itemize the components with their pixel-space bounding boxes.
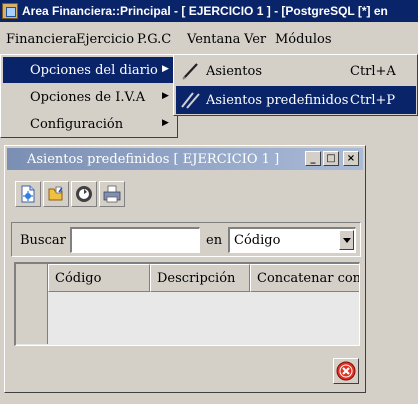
- diario-submenu: Asientos Ctrl+A Asientos predefinidos Ct…: [173, 54, 418, 116]
- search-group: Buscar en Código: [11, 222, 361, 257]
- search-field-select[interactable]: Código: [228, 227, 356, 253]
- menu-configuracion[interactable]: Configuración ▶: [3, 111, 173, 137]
- close-window-button[interactable]: ×: [343, 151, 359, 166]
- open-button[interactable]: [43, 181, 69, 207]
- search-field-value: Código: [234, 233, 281, 248]
- search-input[interactable]: [70, 227, 200, 253]
- submenu-arrow-icon: ▶: [162, 91, 169, 101]
- column-header-descripcion[interactable]: Descripción: [150, 264, 250, 292]
- column-header-codigo[interactable]: Código: [48, 264, 150, 292]
- window-title: Area Financiera::Principal - [ EJERCICIO…: [22, 4, 388, 18]
- pen-icon: [180, 61, 202, 81]
- maximize-button[interactable]: □: [323, 151, 339, 166]
- financiera-dropdown: Opciones del diario ▶ Opciones de I.V.A …: [0, 54, 178, 138]
- table-row-header-corner: [16, 264, 48, 344]
- menu-asientos-predefinidos[interactable]: Asientos predefinidos Ctrl+P: [176, 86, 416, 114]
- menu-item-label: Asientos predefinidos: [206, 93, 349, 108]
- search-label: Buscar: [20, 233, 66, 248]
- app-icon: [2, 3, 18, 19]
- close-button[interactable]: [333, 358, 359, 384]
- menu-pgc[interactable]: P.G.C: [137, 32, 171, 47]
- asientos-predefinidos-window: Asientos predefinidos [ EJERCICIO 1 ] _ …: [4, 145, 366, 393]
- new-button[interactable]: [15, 181, 41, 207]
- child-window-title: Asientos predefinidos [ EJERCICIO 1 ]: [27, 152, 280, 167]
- print-button[interactable]: [99, 181, 125, 207]
- menu-shortcut: Ctrl+A: [350, 64, 396, 79]
- minimize-button[interactable]: _: [305, 151, 321, 166]
- app-titlebar[interactable]: Area Financiera::Principal - [ EJERCICIO…: [0, 0, 418, 22]
- chevron-down-icon[interactable]: [339, 230, 354, 250]
- menubar: Financiera Ejercicio P.G.C Ventana Ver M…: [0, 22, 418, 54]
- search-field-label: en: [206, 233, 223, 248]
- refresh-button[interactable]: [71, 181, 97, 207]
- child-titlebar[interactable]: Asientos predefinidos [ EJERCICIO 1 ] _ …: [7, 148, 363, 170]
- column-header-concatenar[interactable]: Concatenar con: [250, 264, 359, 292]
- menu-financiera[interactable]: Financiera: [6, 32, 77, 47]
- menu-item-label: Opciones del diario: [30, 63, 158, 78]
- menu-opciones-iva[interactable]: Opciones de I.V.A ▶: [3, 84, 173, 110]
- submenu-arrow-icon: ▶: [162, 64, 169, 74]
- menu-item-label: Configuración: [30, 117, 124, 132]
- double-pen-icon: [180, 90, 202, 110]
- menu-ver[interactable]: Ver: [244, 32, 266, 47]
- menu-shortcut: Ctrl+P: [350, 93, 396, 108]
- menu-item-label: Asientos: [206, 64, 263, 79]
- submenu-arrow-icon: ▶: [162, 118, 169, 128]
- menu-modulos[interactable]: Módulos: [275, 32, 332, 47]
- menu-ventana[interactable]: Ventana: [187, 32, 240, 47]
- menu-asientos[interactable]: Asientos Ctrl+A: [176, 57, 416, 85]
- asientos-table[interactable]: Código Descripción Concatenar con: [14, 262, 360, 346]
- menu-item-label: Opciones de I.V.A: [30, 90, 146, 105]
- menu-opciones-diario[interactable]: Opciones del diario ▶: [3, 57, 173, 83]
- menu-ejercicio[interactable]: Ejercicio: [76, 32, 134, 47]
